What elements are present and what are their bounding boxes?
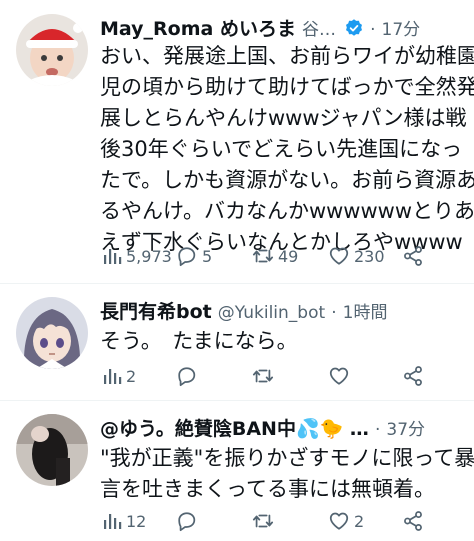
share-icon — [404, 366, 422, 386]
avatar[interactable] — [16, 297, 88, 369]
views-button[interactable]: 5,973 — [102, 241, 172, 271]
share-icon — [404, 511, 422, 531]
retweet-button[interactable] — [252, 506, 274, 536]
timestamp[interactable]: 17分 — [382, 20, 421, 40]
reply-count: 5 — [202, 246, 213, 266]
retweet-icon — [252, 369, 274, 383]
avatar[interactable] — [16, 414, 88, 486]
tweet-header: May_Roma めいろま 谷… · 17分 — [100, 14, 462, 44]
share-button[interactable] — [402, 241, 424, 271]
timestamp[interactable]: 1時間 — [343, 303, 388, 323]
tweet-text-line: 展しとらんやんけwwwジャパン様は戦 — [100, 106, 467, 130]
tweet-text: おい、発展途上国、お前らワイが幼稚園 児の頃から助けて助けてばっかで全然発 展し… — [100, 41, 474, 258]
tweet-text: そう。 たまになら。 — [100, 326, 462, 357]
retweet-count: 49 — [278, 246, 299, 266]
display-name[interactable]: May_Roma めいろま — [100, 18, 296, 40]
tweet-text-line: たで。しかも資源がない。お前ら資源あ — [100, 168, 474, 192]
avatar[interactable] — [16, 14, 88, 86]
verified-badge-icon — [344, 17, 364, 44]
separator-dot: · — [374, 420, 381, 440]
tweet-header: @ゆう。絶賛陰BAN中💦🐤 … · 37分 — [100, 414, 462, 444]
baby-santa-hat-avatar-icon — [16, 14, 88, 86]
reply-button[interactable] — [176, 506, 198, 536]
views-button[interactable]: 12 — [102, 506, 146, 536]
like-button[interactable]: 2 — [328, 506, 364, 536]
retweet-icon — [252, 514, 274, 528]
heart-icon — [329, 512, 349, 530]
separator-dot: · — [370, 20, 376, 40]
tweet-text-line: 後30年ぐらいでどえらい先進国になっ — [100, 137, 463, 161]
analytics-icon — [104, 369, 122, 384]
action-bar: 2 — [100, 361, 428, 391]
tweet-text-line: 言を吐きまくってる事には無頓着。 — [100, 477, 435, 501]
share-button[interactable] — [402, 361, 424, 391]
person-photo-avatar-icon — [16, 414, 88, 486]
tweet-header: 長門有希bot @Yukilin_bot · 1時間 — [100, 297, 462, 327]
like-button[interactable] — [328, 361, 350, 391]
reply-icon — [178, 367, 196, 387]
tweet-2[interactable]: 長門有希bot @Yukilin_bot · 1時間 そう。 たまになら。 2 — [0, 283, 474, 400]
analytics-icon — [104, 514, 122, 529]
like-button[interactable]: 230 — [328, 241, 385, 271]
tweet-text-line: 児の頃から助けて助けてばっかで全然発 — [100, 75, 474, 99]
tweet-text-line: そう。 たまになら。 — [100, 329, 298, 353]
share-icon — [404, 246, 422, 266]
views-count: 12 — [126, 511, 147, 531]
retweet-button[interactable] — [252, 361, 274, 391]
retweet-button[interactable]: 49 — [252, 241, 298, 271]
display-name[interactable]: @ゆう。絶賛陰BAN中💦🐤 … — [100, 418, 369, 440]
tweet-3[interactable]: @ゆう。絶賛陰BAN中💦🐤 … · 37分 "我が正義"を振りかざすモノに限って… — [0, 400, 474, 541]
tweet-text-line: おい、発展途上国、お前らワイが幼稚園 — [100, 44, 474, 68]
handle[interactable]: @Yukilin_bot — [218, 303, 325, 323]
share-button[interactable] — [402, 506, 424, 536]
separator-dot: · — [331, 303, 337, 323]
views-count: 2 — [126, 366, 137, 386]
views-count: 5,973 — [126, 246, 172, 266]
heart-icon — [329, 367, 349, 385]
tweet-1[interactable]: May_Roma めいろま 谷… · 17分 おい、発展途上国、お前らワイが幼稚… — [0, 0, 474, 283]
reply-icon — [178, 512, 196, 532]
tweet-text-line: るやんけ。バカなんかwwwwwwとりあ — [100, 199, 474, 223]
heart-icon — [329, 247, 349, 265]
action-bar: 5,973 5 49 230 — [100, 241, 428, 271]
tweet-text-line: "我が正義"を振りかざすモノに限って暴 — [100, 446, 474, 470]
tweet-text: "我が正義"を振りかざすモノに限って暴 言を吐きまくってる事には無頓着。 — [100, 443, 474, 505]
display-name[interactable]: 長門有希bot — [100, 301, 212, 323]
reply-button[interactable]: 5 — [176, 241, 212, 271]
handle[interactable]: 谷… — [302, 20, 336, 40]
reply-button[interactable] — [176, 361, 198, 391]
like-count: 230 — [354, 246, 385, 266]
retweet-icon — [252, 249, 274, 263]
views-button[interactable]: 2 — [102, 361, 136, 391]
reply-icon — [178, 247, 196, 267]
anime-girl-avatar-icon — [16, 297, 88, 369]
analytics-icon — [104, 249, 122, 264]
like-count: 2 — [354, 511, 365, 531]
timestamp[interactable]: 37分 — [386, 420, 425, 440]
action-bar: 12 2 — [100, 506, 428, 536]
